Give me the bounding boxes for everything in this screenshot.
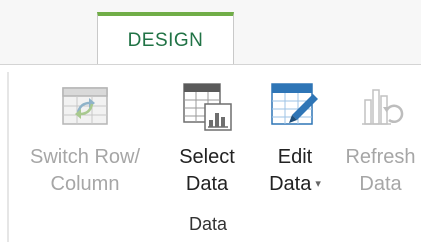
edit-data-label: Edit Data ▾ <box>269 146 321 195</box>
switch-row-column-button[interactable]: Switch Row/ Column <box>10 72 160 212</box>
refresh-data-button[interactable]: Refresh Data <box>340 72 421 212</box>
dropdown-arrow-icon[interactable]: ▾ <box>315 178 321 190</box>
select-data-icon <box>183 83 232 131</box>
switch-row-column-label: Switch Row/ Column <box>29 146 141 195</box>
refresh-data-label: Refresh Data <box>345 146 416 195</box>
select-data-button[interactable]: Select Data <box>168 72 246 212</box>
select-data-label: Select Data <box>179 146 235 195</box>
ribbon-tab-strip: DESIGN <box>0 0 421 65</box>
refresh-data-icon <box>361 89 403 125</box>
edit-data-button[interactable]: Edit Data ▾ <box>254 72 336 212</box>
switch-row-column-icon <box>62 87 108 125</box>
tab-design[interactable]: DESIGN <box>97 12 234 65</box>
group-label-data: Data <box>188 214 228 234</box>
edit-data-icon <box>271 83 318 125</box>
group-separator <box>7 72 9 242</box>
